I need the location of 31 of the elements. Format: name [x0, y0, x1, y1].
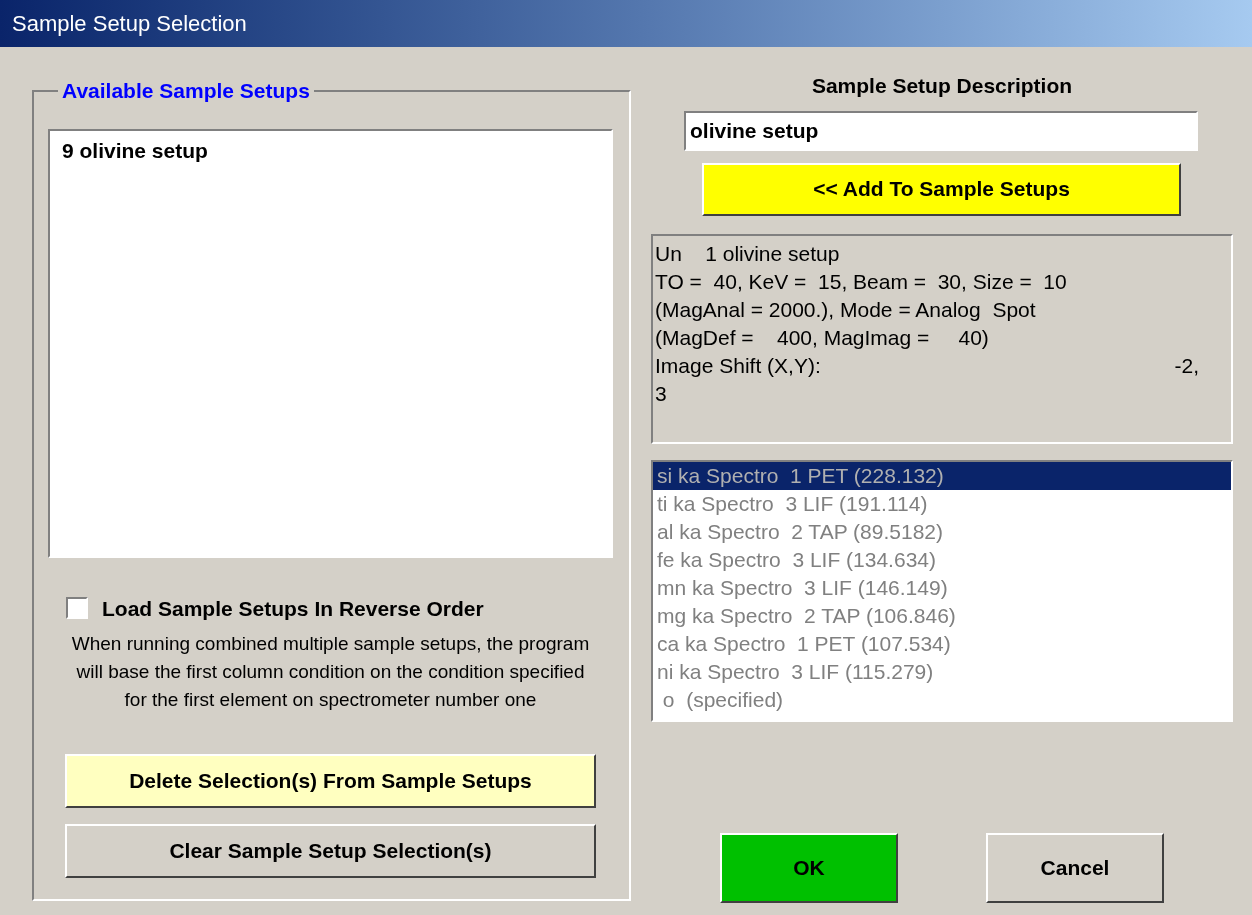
list-item[interactable]: mg ka Spectro 2 TAP (106.846): [653, 601, 1231, 630]
delete-button[interactable]: Delete Selection(s) From Sample Setups: [65, 754, 596, 808]
checkbox[interactable]: [66, 597, 88, 620]
field-label: Sample Setup Description: [811, 73, 1073, 99]
list-item[interactable]: al ka Spectro 2 TAP (89.5182): [653, 517, 1231, 546]
list-item[interactable]: ca ka Spectro 1 PET (107.534): [653, 629, 1231, 658]
list-item[interactable]: mn ka Spectro 3 LIF (146.149): [653, 573, 1231, 602]
group-title: Available Sample Setups: [61, 78, 311, 104]
list-item[interactable]: ti ka Spectro 3 LIF (191.114): [653, 489, 1231, 518]
clear-button[interactable]: Clear Sample Setup Selection(s): [65, 824, 596, 878]
info-line: (MagDef = 400, MagImag = 40): [655, 324, 990, 351]
checkbox-label[interactable]: Load Sample Setups In Reverse Order: [102, 592, 484, 624]
info-value: -2,: [1174, 352, 1199, 379]
add-button[interactable]: << Add To Sample Setups: [702, 162, 1181, 216]
info-line: (MagAnal = 2000.), Mode = Analog Spot: [655, 296, 1037, 323]
window-title: Sample Setup Selection: [12, 10, 247, 38]
list-item[interactable]: si ka Spectro 1 PET (228.132): [653, 461, 1231, 490]
list-item[interactable]: ni ka Spectro 3 LIF (115.279): [653, 657, 1231, 686]
info-line: Un 1 olivine setup: [655, 240, 841, 267]
ok-button[interactable]: OK: [720, 832, 898, 903]
setup-list[interactable]: 9 olivine setup: [48, 128, 613, 558]
cancel-button[interactable]: Cancel: [986, 832, 1164, 903]
info-line: TO = 40, KeV = 15, Beam = 30, Size = 10: [655, 268, 1068, 295]
info-line: Image Shift (X,Y):: [655, 352, 821, 379]
list-item[interactable]: fe ka Spectro 3 LIF (134.634): [653, 545, 1231, 574]
list-item[interactable]: 9 olivine setup: [62, 134, 599, 166]
list-item[interactable]: o (specified): [653, 685, 1231, 714]
element-list[interactable]: [651, 459, 1233, 722]
description-field[interactable]: olivine setup: [684, 110, 1198, 151]
note-text: When running combined multiple sample setups, the program will base the first column condition on the condition specified for the first element on spectrometer number one: [70, 632, 591, 712]
info-line: 3: [655, 380, 668, 407]
